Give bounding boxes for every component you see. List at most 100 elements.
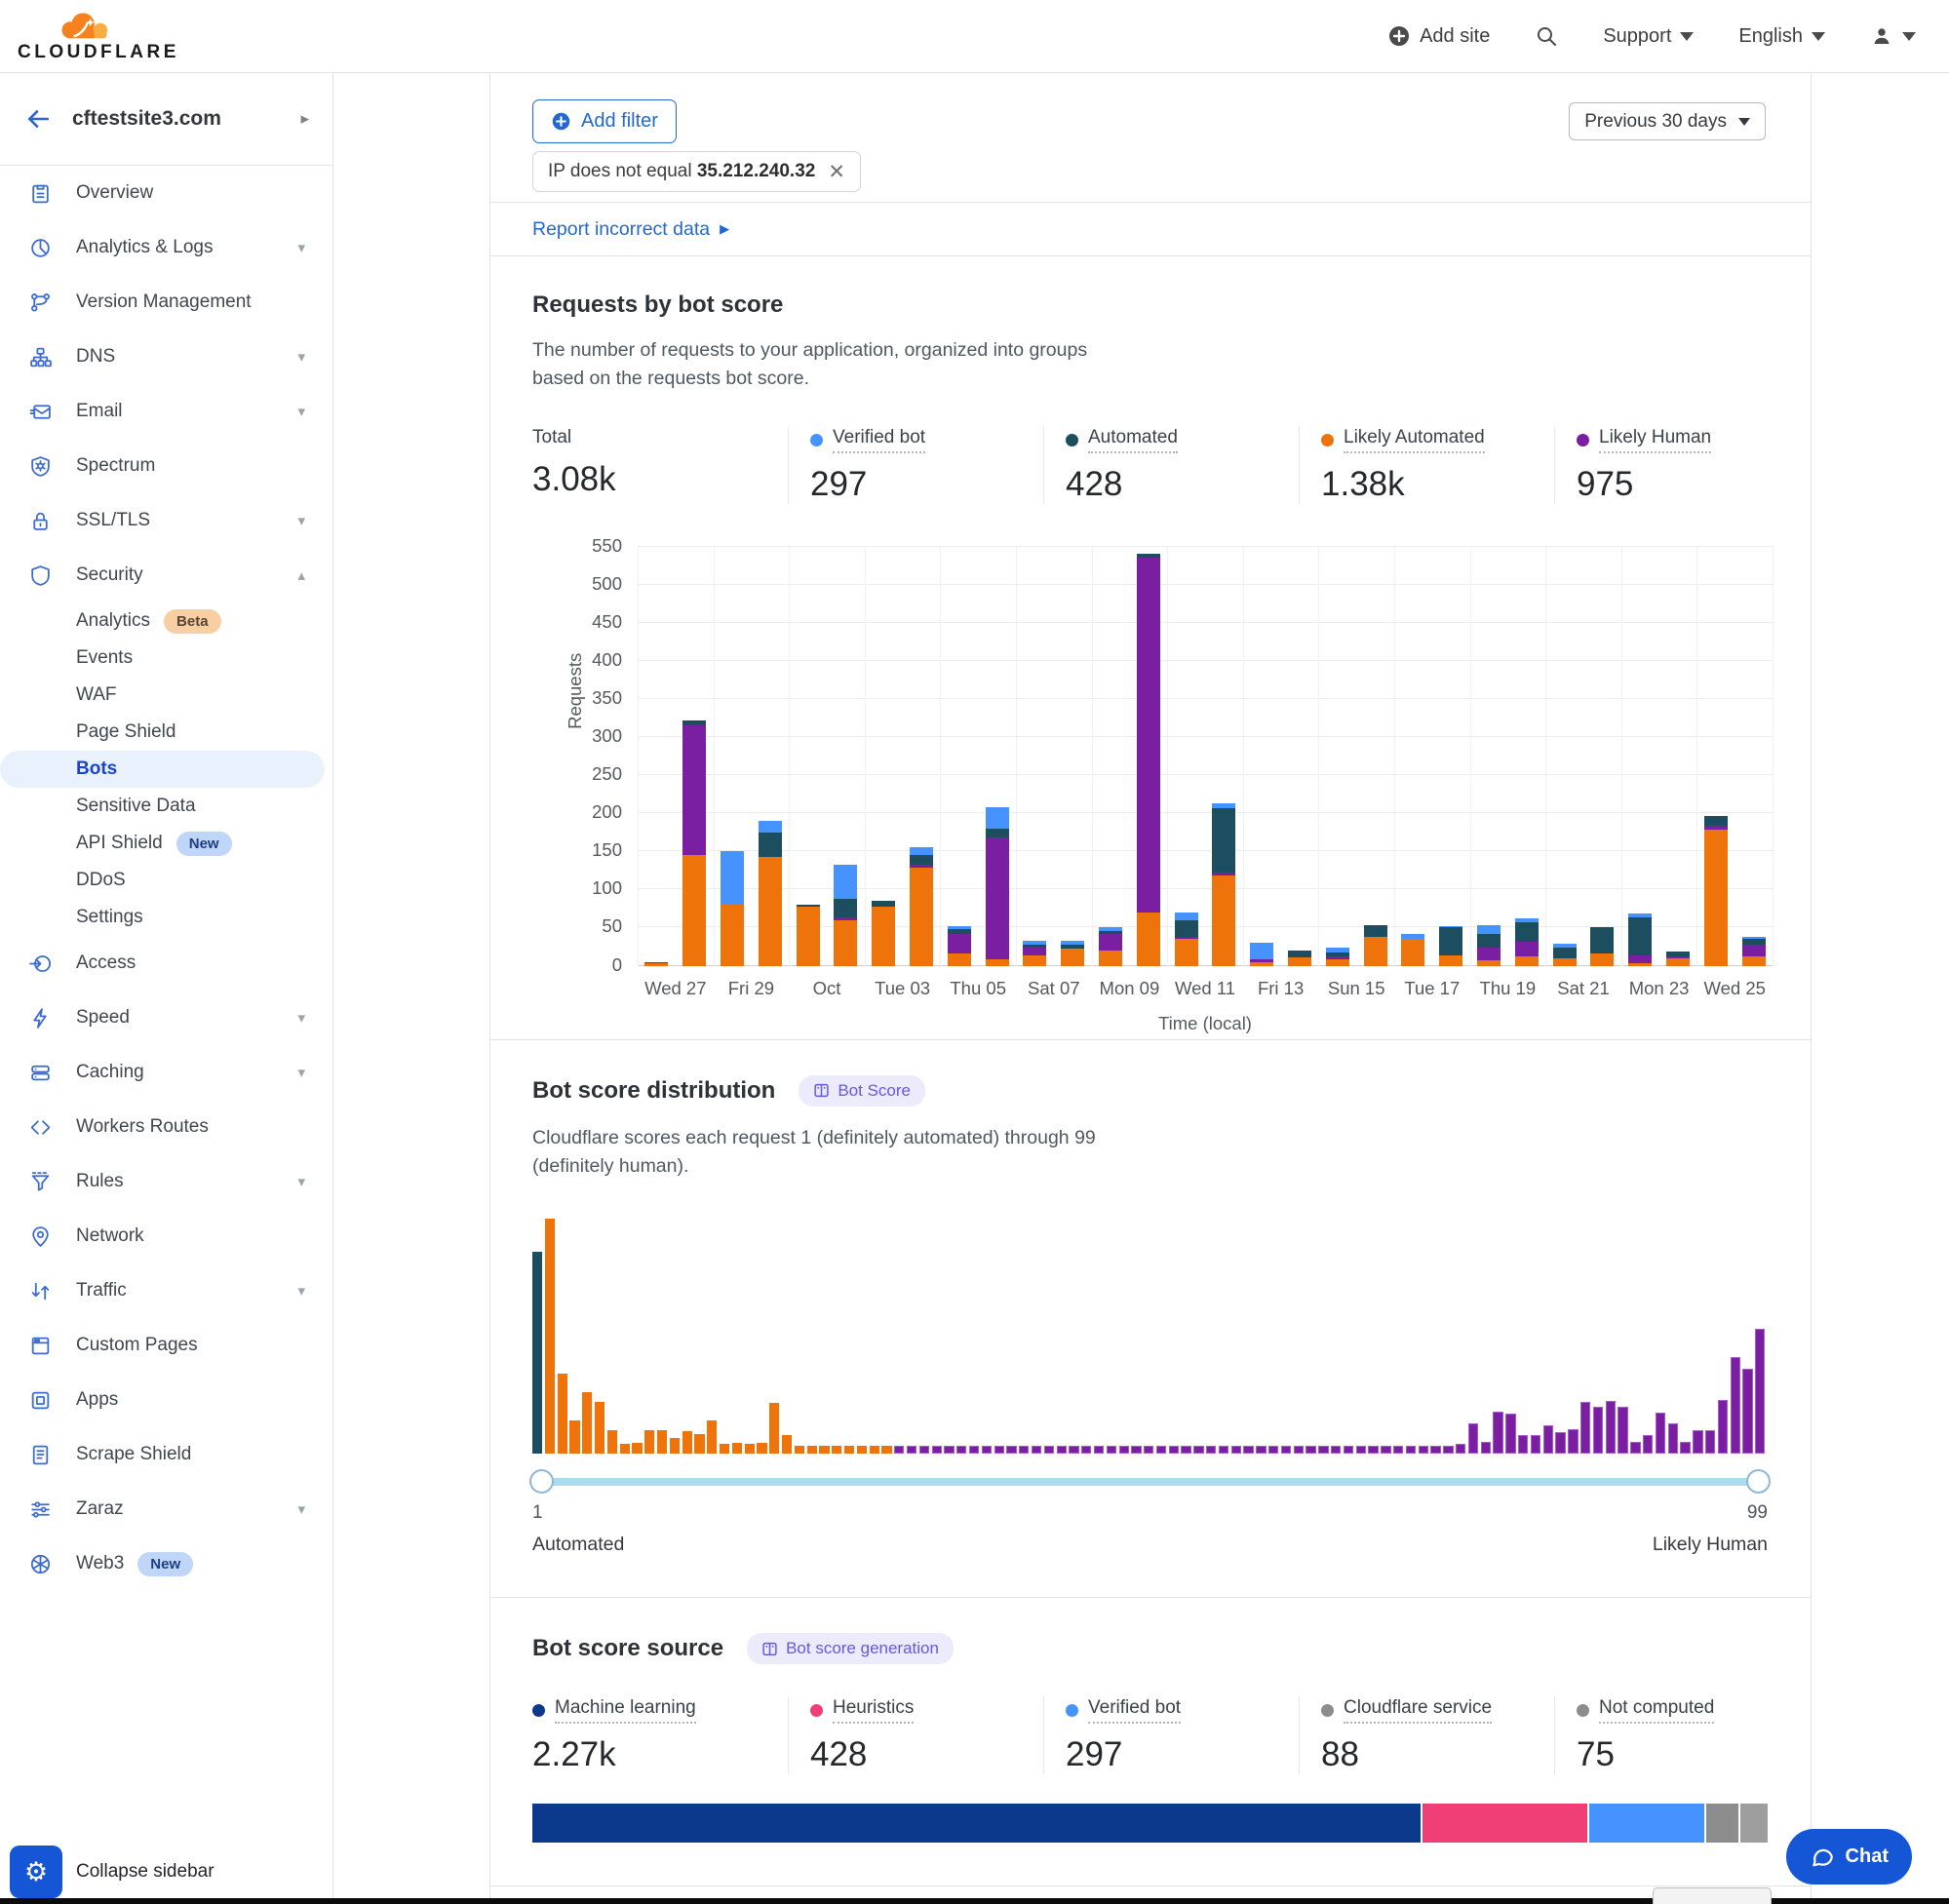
likely_human-segment — [1628, 955, 1652, 964]
sidebar-item-sensitive-data[interactable]: Sensitive Data — [0, 788, 332, 825]
gridline — [638, 812, 1773, 813]
histogram-bar-score-9 — [632, 1443, 642, 1454]
sidebar-item-ssl-tls[interactable]: SSL/TLS▾ — [0, 493, 332, 548]
histogram-bar-score-95 — [1705, 1430, 1715, 1454]
chevron-down-icon: ▾ — [297, 512, 305, 529]
source-stat-machine-learning: Machine learning2.27k — [532, 1697, 788, 1774]
sidebar-item-label: Web3 — [76, 1553, 124, 1574]
bot-score-badge[interactable]: Bot Score — [799, 1075, 925, 1107]
chevron-down-icon — [1812, 32, 1825, 41]
add-site-button[interactable]: Add site — [1387, 24, 1490, 48]
slider-handle-min[interactable] — [529, 1469, 554, 1494]
sidebar-item-apps[interactable]: Apps — [0, 1373, 332, 1427]
chat-button[interactable]: Chat — [1786, 1829, 1912, 1885]
site-name[interactable]: cftestsite3.com — [72, 107, 221, 131]
y-axis-label: Requests — [565, 652, 586, 728]
legend-dot — [532, 1704, 545, 1717]
site-header: cftestsite3.com ▸ — [0, 73, 332, 166]
sidebar-item-security[interactable]: Security▴ — [0, 548, 332, 602]
stacked-bar-day-7 — [872, 901, 895, 965]
automated-segment — [1515, 922, 1539, 942]
sidebar-item-network[interactable]: Network — [0, 1209, 332, 1263]
sidebar-item-overview[interactable]: Overview — [0, 166, 332, 220]
stat-label: Machine learning — [555, 1697, 696, 1724]
histogram-bar-score-47 — [1107, 1446, 1116, 1454]
account-menu[interactable] — [1870, 24, 1916, 48]
stacked-bar-day-3 — [721, 851, 744, 965]
sidebar-item-email[interactable]: Email▾ — [0, 384, 332, 439]
sidebar-item-custom-pages[interactable]: Custom Pages — [0, 1318, 332, 1373]
partial-bottom-button[interactable] — [1653, 1887, 1772, 1904]
sidebar-item-page-shield[interactable]: Page Shield — [0, 714, 332, 751]
slider-handle-max[interactable] — [1746, 1469, 1771, 1494]
sidebar-item-label: Settings — [76, 907, 143, 928]
sidebar-item-workers-routes[interactable]: Workers Routes — [0, 1100, 332, 1154]
search-button[interactable] — [1535, 24, 1558, 48]
slider-track[interactable] — [532, 1478, 1768, 1486]
histogram-bar-score-56 — [1219, 1446, 1228, 1454]
sidebar-item-waf[interactable]: WAF — [0, 677, 332, 714]
sidebar-item-dns[interactable]: DNS▾ — [0, 330, 332, 384]
stat-label: Verified bot — [1088, 1697, 1181, 1724]
add-filter-button[interactable]: Add filter — [532, 99, 677, 143]
sidebar-item-rules[interactable]: Rules▾ — [0, 1154, 332, 1209]
sidebar-item-analytics-logs[interactable]: Analytics & Logs▾ — [0, 220, 332, 275]
sidebar: cftestsite3.com ▸ OverviewAnalytics & Lo… — [0, 73, 333, 1904]
likely_automated-segment — [1364, 937, 1387, 966]
chevron-right-icon[interactable]: ▸ — [300, 109, 309, 129]
gridline — [638, 660, 1773, 661]
chevron-down-icon: ▾ — [297, 1500, 305, 1518]
new-badge: New — [137, 1552, 193, 1576]
sidebar-item-label: WAF — [76, 684, 117, 706]
histogram-bar-score-10 — [644, 1430, 654, 1454]
sidebar-item-api-shield[interactable]: API ShieldNew — [0, 825, 332, 862]
gridline — [638, 546, 1773, 547]
support-menu[interactable]: Support — [1603, 25, 1694, 48]
bot-score-generation-badge[interactable]: Bot score generation — [747, 1633, 954, 1664]
histogram-bar-score-29 — [881, 1446, 891, 1454]
sidebar-item-speed[interactable]: Speed▾ — [0, 991, 332, 1045]
sidebar-item-caching[interactable]: Caching▾ — [0, 1045, 332, 1100]
source-segment-heuristics — [1421, 1804, 1588, 1843]
sidebar-item-access[interactable]: Access — [0, 936, 332, 991]
histogram-bar-score-96 — [1718, 1400, 1728, 1454]
sidebar-item-traffic[interactable]: Traffic▾ — [0, 1263, 332, 1318]
gridline — [638, 888, 1773, 889]
sidebar-item-events[interactable]: Events — [0, 640, 332, 677]
histogram-bar-score-13 — [682, 1431, 692, 1454]
cloudflare-logo[interactable]: CLOUDFLARE — [18, 11, 179, 61]
histogram-bar-score-45 — [1081, 1446, 1091, 1454]
histogram-bar-score-91 — [1656, 1413, 1665, 1454]
chevron-down-icon: ▾ — [297, 239, 305, 256]
likely_automated-segment — [1704, 830, 1728, 965]
remove-filter-icon[interactable]: ✕ — [828, 160, 845, 184]
sidebar-item-version-management[interactable]: Version Management — [0, 275, 332, 330]
sidebar-item-zaraz[interactable]: Zaraz▾ — [0, 1482, 332, 1536]
sidebar-item-scrape-shield[interactable]: Scrape Shield — [0, 1427, 332, 1482]
histogram-bar-score-76 — [1468, 1423, 1478, 1454]
histogram-bar-score-98 — [1742, 1369, 1752, 1454]
time-range-select[interactable]: Previous 30 days — [1569, 102, 1766, 140]
x-axis-tick: Thu 05 — [950, 978, 1006, 999]
gridline — [638, 850, 1773, 851]
back-arrow-icon[interactable] — [25, 106, 51, 132]
sidebar-item-analytics[interactable]: AnalyticsBeta — [0, 602, 332, 640]
histogram-bar-score-73 — [1430, 1446, 1440, 1454]
gridline — [940, 547, 941, 966]
collapse-sidebar[interactable]: ⚙ Collapse sidebar — [10, 1846, 214, 1898]
sidebar-item-spectrum[interactable]: Spectrum — [0, 439, 332, 493]
likely_automated-segment — [1401, 939, 1424, 965]
gridline — [865, 547, 866, 966]
report-incorrect-data-link[interactable]: Report incorrect data — [532, 218, 710, 241]
stacked-bar-day-22 — [1439, 926, 1462, 966]
sidebar-item-bots[interactable]: Bots — [0, 751, 325, 788]
active-filter-chip[interactable]: IP does not equal 35.212.240.32 ✕ — [532, 151, 861, 192]
language-menu[interactable]: English — [1738, 25, 1825, 48]
sidebar-item-web3[interactable]: Web3 New — [0, 1536, 332, 1591]
gear-icon[interactable]: ⚙ — [10, 1846, 62, 1898]
sidebar-item-settings[interactable]: Settings — [0, 899, 332, 936]
sidebar-item-ddos[interactable]: DDoS — [0, 862, 332, 899]
histogram-bar-score-51 — [1156, 1446, 1166, 1454]
sidebar-nav: OverviewAnalytics & Logs▾Version Managem… — [0, 166, 332, 1591]
stat-value: 428 — [1066, 465, 1289, 504]
